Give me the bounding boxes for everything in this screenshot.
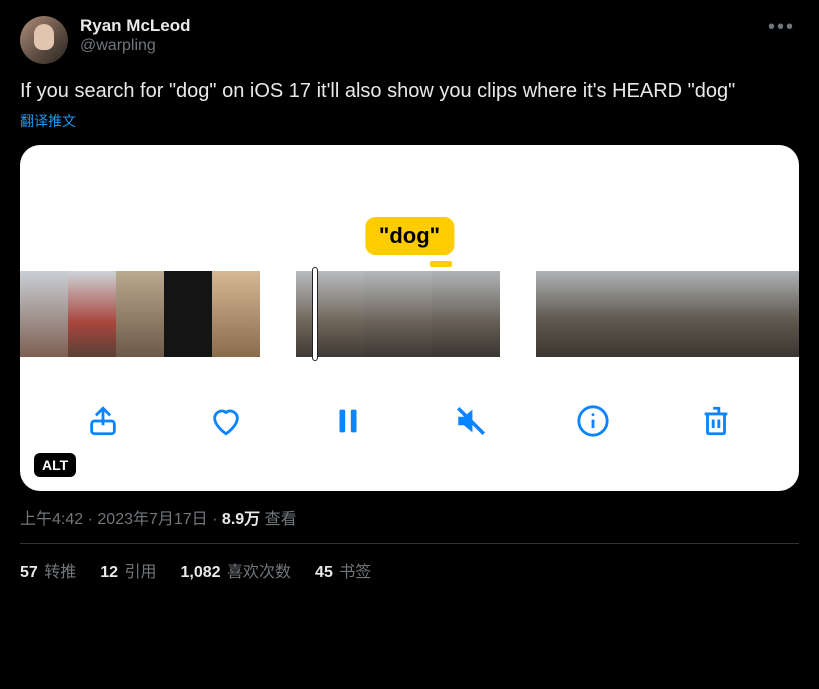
clip-thumb[interactable] [116,271,164,357]
media-toolbar [20,397,799,445]
clip-thumb[interactable] [582,271,628,357]
info-icon[interactable] [576,404,610,438]
quotes-stat[interactable]: 12 引用 [100,558,156,582]
clip-thumb[interactable] [20,271,68,357]
clip-thumb[interactable] [720,271,766,357]
author-name: Ryan McLeod [80,16,752,36]
clip-thumb[interactable] [164,271,212,357]
translate-link[interactable]: 翻译推文 [20,111,799,131]
views-label: 查看 [265,511,297,528]
marker-icon [430,261,452,267]
trash-icon[interactable] [699,404,733,438]
likes-stat[interactable]: 1,082 喜欢次数 [181,558,292,582]
search-term-badge: "dog" [365,217,454,255]
pause-icon[interactable] [331,404,365,438]
clip-thumb[interactable] [68,271,116,357]
tweet-text: If you search for "dog" on iOS 17 it'll … [20,78,799,105]
clip-thumb[interactable] [364,271,432,357]
clip-thumb[interactable] [766,271,799,357]
more-icon[interactable]: ••• [764,16,799,39]
media-card[interactable]: "dog" [20,145,799,491]
clip-thumb[interactable] [674,271,720,357]
clip-thumb[interactable] [432,271,500,357]
tweet-header: Ryan McLeod @warpling ••• [20,16,799,64]
clip-thumb[interactable] [628,271,674,357]
clip-thumb[interactable] [212,271,260,357]
alt-badge[interactable]: ALT [34,453,76,477]
clip-group[interactable] [536,271,799,357]
stats-row: 57 转推 12 引用 1,082 喜欢次数 45 书签 [20,544,799,582]
tweet-time[interactable]: 上午4:42 [20,511,83,528]
author-block[interactable]: Ryan McLeod @warpling [80,16,752,56]
author-handle: @warpling [80,36,752,56]
mute-icon[interactable] [454,404,488,438]
clip-thumb[interactable] [296,271,364,357]
bookmarks-stat[interactable]: 45 书签 [315,558,371,582]
clip-thumb[interactable] [536,271,582,357]
clip-timeline[interactable] [20,271,799,357]
meta-row: 上午4:42 · 2023年7月17日 · 8.9万 查看 [20,505,799,529]
scrubber-handle[interactable] [312,267,318,361]
retweets-stat[interactable]: 57 转推 [20,558,76,582]
clip-group[interactable] [296,271,500,357]
tweet: Ryan McLeod @warpling ••• If you search … [0,0,819,582]
views-count: 8.9万 [222,511,260,528]
tweet-date[interactable]: 2023年7月17日 [97,511,207,528]
clip-group[interactable] [20,271,260,357]
share-icon[interactable] [86,404,120,438]
heart-icon[interactable] [209,404,243,438]
avatar[interactable] [20,16,68,64]
